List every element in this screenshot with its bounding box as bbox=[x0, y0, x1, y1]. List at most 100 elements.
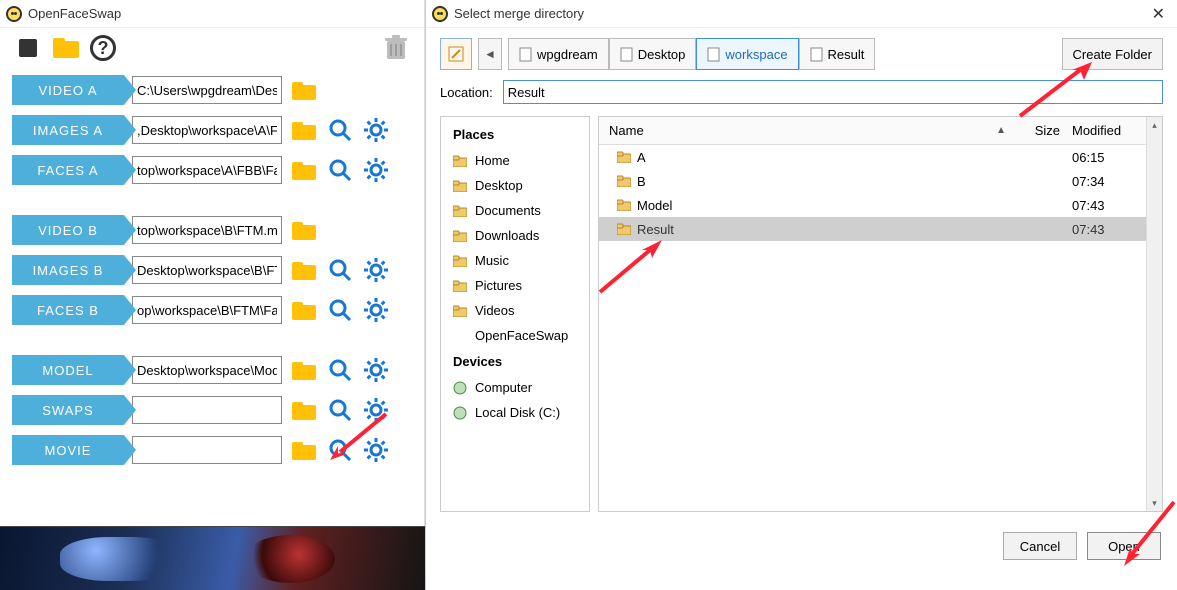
cancel-button[interactable]: Cancel bbox=[1003, 532, 1077, 560]
tag-label: VIDEO A bbox=[12, 75, 124, 105]
place-desktop[interactable]: Desktop bbox=[441, 173, 589, 198]
location-input[interactable] bbox=[503, 80, 1163, 104]
location-label: Location: bbox=[440, 85, 493, 100]
place-videos[interactable]: Videos bbox=[441, 298, 589, 323]
edit-path-icon[interactable] bbox=[440, 38, 472, 70]
column-headers: Name ▲ Size Modified bbox=[599, 117, 1146, 145]
search-icon[interactable] bbox=[326, 436, 354, 464]
split-pane: Places HomeDesktopDocumentsDownloadsMusi… bbox=[440, 116, 1163, 512]
breadcrumb-wpgdream[interactable]: wpgdream bbox=[508, 38, 609, 70]
row-faces-a: FACES A bbox=[12, 150, 412, 190]
gear-icon[interactable] bbox=[362, 436, 390, 464]
column-size[interactable]: Size bbox=[1016, 123, 1066, 138]
devices-header: Devices bbox=[441, 348, 589, 375]
tag-label: IMAGES A bbox=[12, 115, 124, 145]
close-icon[interactable]: ✕ bbox=[1146, 2, 1171, 26]
file-row[interactable]: Model07:43 bbox=[599, 193, 1146, 217]
tag-label: FACES A bbox=[12, 155, 124, 185]
trash-icon[interactable] bbox=[382, 34, 410, 62]
gear-icon[interactable] bbox=[362, 396, 390, 424]
file-row[interactable]: A06:15 bbox=[599, 145, 1146, 169]
scrollbar[interactable]: ▴ ▾ bbox=[1146, 117, 1162, 511]
open-button[interactable]: Open bbox=[1087, 532, 1161, 560]
help-icon[interactable]: ? bbox=[90, 35, 116, 61]
path-input[interactable] bbox=[132, 296, 282, 324]
dialog-title: Select merge directory bbox=[454, 6, 584, 21]
search-icon[interactable] bbox=[326, 396, 354, 424]
scroll-up-icon[interactable]: ▴ bbox=[1147, 117, 1162, 133]
search-icon[interactable] bbox=[326, 256, 354, 284]
file-row[interactable]: B07:34 bbox=[599, 169, 1146, 193]
path-input[interactable] bbox=[132, 216, 282, 244]
place-home[interactable]: Home bbox=[441, 148, 589, 173]
tag-label: SWAPS bbox=[12, 395, 124, 425]
row-video-b: VIDEO B bbox=[12, 210, 412, 250]
preview-image bbox=[0, 526, 425, 590]
breadcrumb-workspace[interactable]: workspace bbox=[696, 38, 798, 70]
folder-icon[interactable] bbox=[290, 256, 318, 284]
place-documents[interactable]: Documents bbox=[441, 198, 589, 223]
gear-icon[interactable] bbox=[362, 256, 390, 284]
save-icon[interactable] bbox=[14, 34, 42, 62]
place-downloads[interactable]: Downloads bbox=[441, 223, 589, 248]
search-icon[interactable] bbox=[326, 116, 354, 144]
dialog-actions: Cancel Open bbox=[426, 522, 1177, 570]
column-name[interactable]: Name ▲ bbox=[599, 123, 1016, 138]
path-input[interactable] bbox=[132, 396, 282, 424]
tag-label: MODEL bbox=[12, 355, 124, 385]
folder-icon[interactable] bbox=[290, 436, 318, 464]
titlebar: OpenFaceSwap bbox=[0, 0, 424, 28]
gear-icon[interactable] bbox=[362, 296, 390, 324]
place-openfaceswap[interactable]: OpenFaceSwap bbox=[441, 323, 589, 348]
device-computer[interactable]: Computer bbox=[441, 375, 589, 400]
dialog-body: ◄ wpgdreamDesktopworkspaceResult Create … bbox=[426, 28, 1177, 522]
dialog-titlebar: Select merge directory ✕ bbox=[426, 0, 1177, 28]
path-input[interactable] bbox=[132, 76, 282, 104]
folder-icon[interactable] bbox=[290, 116, 318, 144]
row-faces-b: FACES B bbox=[12, 290, 412, 330]
search-icon[interactable] bbox=[326, 356, 354, 384]
path-input[interactable] bbox=[132, 436, 282, 464]
tag-label: IMAGES B bbox=[12, 255, 124, 285]
folder-icon[interactable] bbox=[290, 356, 318, 384]
file-row[interactable]: Result07:43 bbox=[599, 217, 1146, 241]
tag-label: VIDEO B bbox=[12, 215, 124, 245]
row-swaps: SWAPS bbox=[12, 390, 412, 430]
path-input[interactable] bbox=[132, 116, 282, 144]
column-modified[interactable]: Modified bbox=[1066, 123, 1146, 138]
app-icon bbox=[6, 6, 22, 22]
tag-label: MOVIE bbox=[12, 435, 124, 465]
breadcrumb-desktop[interactable]: Desktop bbox=[609, 38, 697, 70]
breadcrumb-result[interactable]: Result bbox=[799, 38, 876, 70]
app-title: OpenFaceSwap bbox=[28, 6, 121, 21]
toolbar: ? bbox=[0, 28, 424, 66]
file-list-panel: Name ▲ Size Modified A06:15B07:34Model07… bbox=[598, 116, 1163, 512]
row-model: MODEL bbox=[12, 350, 412, 390]
breadcrumb-bar: ◄ wpgdreamDesktopworkspaceResult Create … bbox=[440, 38, 1163, 70]
folder-icon[interactable] bbox=[290, 76, 318, 104]
place-music[interactable]: Music bbox=[441, 248, 589, 273]
open-folder-icon[interactable] bbox=[52, 34, 80, 62]
path-input[interactable] bbox=[132, 256, 282, 284]
search-icon[interactable] bbox=[326, 296, 354, 324]
sort-asc-icon: ▲ bbox=[996, 125, 1006, 136]
search-icon[interactable] bbox=[326, 156, 354, 184]
gear-icon[interactable] bbox=[362, 356, 390, 384]
gear-icon[interactable] bbox=[362, 116, 390, 144]
scroll-down-icon[interactable]: ▾ bbox=[1147, 495, 1162, 511]
file-dialog: Select merge directory ✕ ◄ wpgdreamDeskt… bbox=[425, 0, 1177, 590]
create-folder-button[interactable]: Create Folder bbox=[1062, 38, 1163, 70]
folder-icon[interactable] bbox=[290, 156, 318, 184]
folder-icon[interactable] bbox=[290, 396, 318, 424]
device-local-disk-c-[interactable]: Local Disk (C:) bbox=[441, 400, 589, 425]
folder-icon[interactable] bbox=[290, 296, 318, 324]
gear-icon[interactable] bbox=[362, 156, 390, 184]
path-input[interactable] bbox=[132, 356, 282, 384]
path-input[interactable] bbox=[132, 156, 282, 184]
nav-back-icon[interactable]: ◄ bbox=[478, 38, 502, 70]
folder-icon[interactable] bbox=[290, 216, 318, 244]
location-row: Location: bbox=[440, 80, 1163, 104]
input-rows: VIDEO A IMAGES A FACES A VIDEO B IMAGES B FAC… bbox=[0, 66, 424, 478]
place-pictures[interactable]: Pictures bbox=[441, 273, 589, 298]
tag-label: FACES B bbox=[12, 295, 124, 325]
